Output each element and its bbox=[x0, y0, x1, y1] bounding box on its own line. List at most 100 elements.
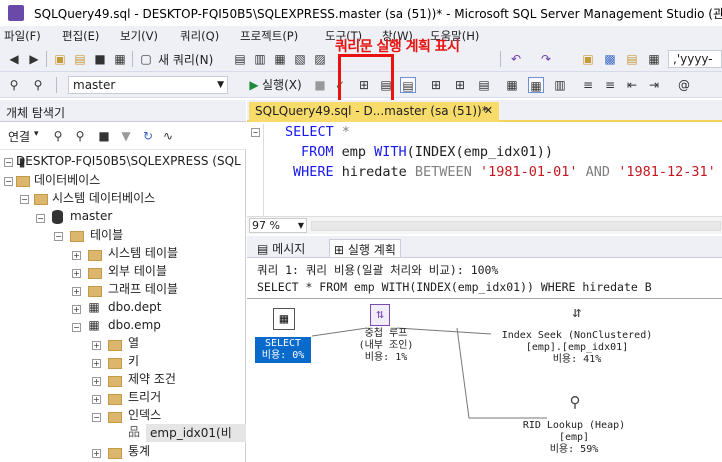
expand-icon[interactable]: + bbox=[92, 377, 101, 386]
menu-view[interactable]: 보기(V) bbox=[120, 28, 158, 44]
results-grid-icon[interactable]: ▦ bbox=[504, 77, 520, 93]
expand-icon[interactable]: + bbox=[92, 341, 101, 350]
connect-plug-icon[interactable]: ⚲ bbox=[50, 128, 66, 144]
close-icon[interactable]: ✕ bbox=[484, 104, 493, 117]
tree-node-system-databases[interactable]: 시스템 데이터베이스 bbox=[52, 189, 155, 207]
collapse-icon[interactable]: − bbox=[4, 177, 13, 186]
collapse-icon[interactable]: − bbox=[54, 232, 63, 241]
find-icon[interactable]: ▣ bbox=[580, 51, 596, 67]
live-stats-icon[interactable]: ⊞ bbox=[428, 77, 444, 93]
index-seek-icon[interactable]: ⇵ bbox=[567, 302, 587, 324]
xmla-icon[interactable]: ▧ bbox=[292, 51, 308, 67]
change-connection-icon[interactable]: ⚲ bbox=[30, 77, 46, 93]
properties-icon[interactable]: ▦ bbox=[646, 51, 662, 67]
expand-icon[interactable]: + bbox=[72, 251, 81, 260]
stop-icon[interactable]: ■ bbox=[96, 128, 112, 144]
expand-icon[interactable]: + bbox=[72, 287, 81, 296]
chevron-down-icon[interactable]: ▾ bbox=[34, 129, 39, 139]
tree-node-master[interactable]: master bbox=[70, 207, 112, 225]
forward-icon[interactable]: ▶ bbox=[26, 51, 42, 67]
tree-node-constraints[interactable]: 제약 조건 bbox=[128, 370, 176, 388]
menu-project[interactable]: 프로젝트(P) bbox=[240, 28, 298, 44]
rid-lookup-operator[interactable]: RID Lookup (Heap) [emp] 비용: 59% bbox=[509, 420, 639, 456]
tree-node-columns[interactable]: 열 bbox=[128, 334, 139, 352]
tree-node-triggers[interactable]: 트리거 bbox=[128, 388, 161, 406]
debug-icon[interactable]: ▤ bbox=[624, 51, 640, 67]
collapse-icon[interactable]: − bbox=[36, 214, 45, 223]
expand-icon[interactable]: + bbox=[72, 269, 81, 278]
tree-node-dbo-emp[interactable]: dbo.emp bbox=[108, 316, 161, 334]
uncomment-icon[interactable]: ≡ bbox=[602, 77, 618, 93]
tree-node-server[interactable]: DESKTOP-FQI50B5\SQLEXPRESS (SQL bbox=[16, 152, 241, 170]
include-actual-plan-icon[interactable]: ▤ bbox=[400, 77, 416, 93]
results-text-icon[interactable]: ▤ bbox=[476, 77, 492, 93]
activity-monitor-icon[interactable]: ∿ bbox=[160, 128, 176, 144]
tab-sqlquery49[interactable]: SQLQuery49.sql - D...master (sa (51))* ✕ bbox=[249, 102, 499, 122]
zoom-selector[interactable]: 97 % ▼ bbox=[249, 218, 307, 233]
tree-node-statistics[interactable]: 통계 bbox=[128, 442, 150, 460]
query-editor[interactable]: − SELECT * FROM emp WITH(INDEX(emp_idx01… bbox=[247, 124, 722, 216]
select-operator-icon[interactable]: ▦ bbox=[273, 308, 295, 330]
index-seek-operator[interactable]: Index Seek (NonClustered) [emp].[emp_idx0… bbox=[487, 330, 667, 366]
menu-file[interactable]: 파일(F) bbox=[4, 28, 41, 44]
collapse-icon[interactable]: − bbox=[251, 128, 260, 137]
database-selector[interactable]: master ▼ bbox=[68, 76, 228, 94]
tree-node-graph-tables[interactable]: 그래프 테이블 bbox=[108, 280, 178, 298]
client-stats-icon[interactable]: ⊞ bbox=[452, 77, 468, 93]
tab-execution-plan[interactable]: ⊞ 실행 계획 bbox=[329, 239, 401, 257]
save-icon[interactable]: ■ bbox=[92, 51, 108, 67]
expand-icon[interactable]: + bbox=[92, 395, 101, 404]
dax-icon[interactable]: ▨ bbox=[312, 51, 328, 67]
menu-query[interactable]: 쿼리(Q) bbox=[180, 28, 219, 44]
tree-node-system-tables[interactable]: 시스템 테이블 bbox=[108, 244, 178, 262]
db-query-icon[interactable]: ▤ bbox=[232, 51, 248, 67]
undo-icon[interactable]: ↶ bbox=[508, 51, 524, 67]
disconnect-icon[interactable]: ⚲ bbox=[72, 128, 88, 144]
tree-node-tables[interactable]: 테이블 bbox=[90, 226, 123, 244]
comment-icon[interactable]: ≡ bbox=[580, 77, 596, 93]
collapse-icon[interactable]: − bbox=[4, 158, 13, 167]
format-search-box[interactable]: ,'yyyy-mm bbox=[668, 50, 722, 82]
activity-icon[interactable]: ▩ bbox=[602, 51, 618, 67]
new-query-button[interactable]: 새 쿼리(N) bbox=[158, 51, 213, 68]
tree-node-emp-idx01[interactable]: emp_idx01(비 bbox=[146, 424, 246, 442]
dmx-icon[interactable]: ▦ bbox=[272, 51, 288, 67]
connect-button[interactable]: 연결 bbox=[8, 128, 30, 145]
back-icon[interactable]: ◀ bbox=[6, 51, 22, 67]
expand-icon[interactable]: + bbox=[92, 359, 101, 368]
execute-icon[interactable]: ▶ bbox=[246, 77, 262, 93]
tab-messages[interactable]: ▤ 메시지 bbox=[253, 239, 309, 257]
nested-loops-operator[interactable]: 중첩 루프 (내부 조인) 비용: 1% bbox=[353, 328, 419, 364]
tree-node-indexes[interactable]: 인덱스 bbox=[128, 406, 161, 424]
redo-icon[interactable]: ↷ bbox=[538, 51, 554, 67]
tree-node-external-tables[interactable]: 외부 테이블 bbox=[108, 262, 167, 280]
tree-node-dbo-dept[interactable]: dbo.dept bbox=[108, 298, 162, 316]
filter-icon[interactable]: ▼ bbox=[118, 128, 134, 144]
tree-node-keys[interactable]: 키 bbox=[128, 352, 139, 370]
mdx-icon[interactable]: ▥ bbox=[252, 51, 268, 67]
specify-values-icon[interactable]: @ bbox=[676, 77, 692, 93]
outdent-icon[interactable]: ⇤ bbox=[624, 77, 640, 93]
refresh-icon[interactable]: ↻ bbox=[140, 128, 156, 144]
open-file-icon[interactable]: ▤ bbox=[72, 51, 88, 67]
tree-node-databases[interactable]: 데이터베이스 bbox=[34, 171, 100, 189]
rid-lookup-icon[interactable]: ⚲ bbox=[565, 392, 585, 414]
nested-loops-icon[interactable]: ⇅ bbox=[370, 304, 390, 326]
select-operator[interactable]: SELECT 비용: 0% bbox=[255, 337, 311, 363]
menu-edit[interactable]: 편집(E) bbox=[62, 28, 99, 44]
execute-button[interactable]: 실행(X) bbox=[262, 76, 302, 93]
save-all-icon[interactable]: ▦ bbox=[112, 51, 128, 67]
collapse-icon[interactable]: − bbox=[20, 195, 29, 204]
expand-icon[interactable]: + bbox=[72, 305, 81, 314]
collapse-icon[interactable]: − bbox=[92, 413, 101, 422]
results-file-icon[interactable]: ▦ bbox=[528, 77, 544, 93]
new-query-icon[interactable]: ▢ bbox=[138, 51, 154, 67]
indent-icon[interactable]: ⇥ bbox=[646, 77, 662, 93]
horizontal-scrollbar[interactable] bbox=[311, 221, 721, 231]
results-to-file-icon[interactable]: ▥ bbox=[552, 77, 568, 93]
expand-icon[interactable]: + bbox=[92, 449, 101, 458]
stop-icon[interactable]: ■ bbox=[312, 77, 328, 93]
connect-icon[interactable]: ⚲ bbox=[6, 77, 22, 93]
new-project-icon[interactable]: ▣ bbox=[52, 51, 68, 67]
collapse-icon[interactable]: − bbox=[72, 323, 81, 332]
